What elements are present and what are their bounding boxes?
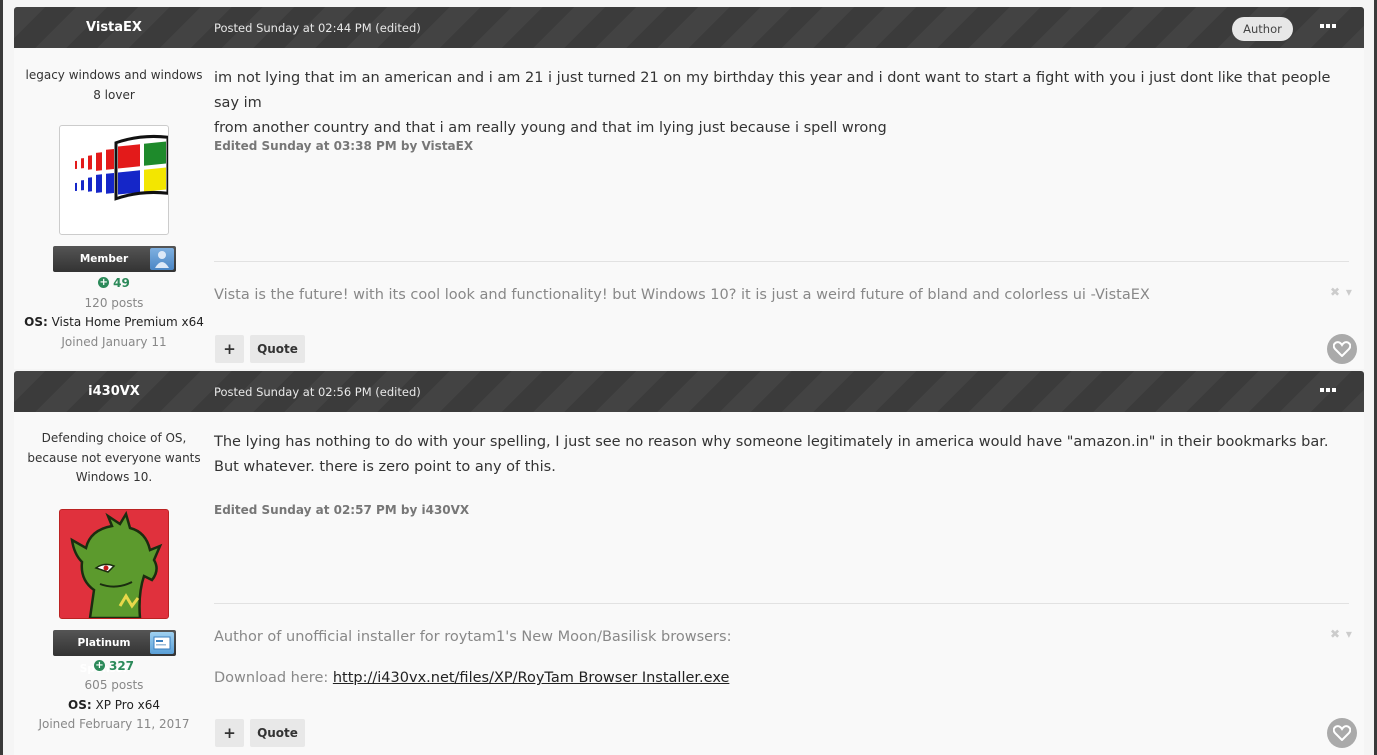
windows-logo-icon: [75, 134, 168, 201]
post-author-username[interactable]: VistaEX: [14, 20, 214, 35]
member-icon: [150, 248, 174, 270]
post-body-line: But whatever. there is zero point to any…: [214, 459, 556, 475]
user-title: legacy windows and windows 8 lover: [25, 68, 203, 102]
post-header: VistaEX Posted Sunday at 02:44 PM (edite…: [14, 7, 1364, 48]
quote-button[interactable]: Quote: [250, 719, 305, 747]
joined-date: Joined January 11: [61, 335, 167, 349]
signature-line: Author of unofficial installer for royta…: [214, 629, 732, 645]
signature-line: Download here: http://i430vx.net/files/X…: [214, 670, 729, 686]
group-badge: Member: [53, 246, 176, 272]
quote-button[interactable]: Quote: [250, 335, 305, 363]
more-options-icon[interactable]: [1320, 383, 1336, 397]
joined-date: Joined February 11, 2017: [38, 717, 190, 731]
author-info: Defending choice of OS, because not ever…: [14, 429, 214, 488]
edited-note: Edited Sunday at 02:57 PM by i430VX: [214, 503, 470, 517]
author-info: legacy windows and windows 8 lover: [14, 66, 214, 105]
heart-icon[interactable]: [1327, 718, 1357, 748]
signature-divider: [214, 603, 1349, 604]
post-header: i430VX Posted Sunday at 02:56 PM (edited…: [14, 371, 1364, 412]
post-date[interactable]: Posted Sunday at 02:44 PM (edited): [214, 21, 421, 35]
post-body: im not lying that im an american and i a…: [214, 66, 1349, 141]
group-label: Member: [79, 253, 129, 265]
forum-page: VistaEX Posted Sunday at 02:44 PM (edite…: [3, 0, 1374, 755]
os-value: XP Pro x64: [95, 698, 160, 712]
post-body: The lying has nothing to do with your sp…: [214, 430, 1349, 480]
signature-controls[interactable]: ✖ ▾: [1330, 285, 1353, 299]
reputation[interactable]: +327: [14, 659, 214, 673]
multiquote-button[interactable]: +: [215, 335, 244, 363]
post-date[interactable]: Posted Sunday at 02:56 PM (edited): [214, 385, 421, 399]
avatar[interactable]: [59, 125, 169, 235]
post-body-line: im not lying that im an american and i a…: [214, 70, 1331, 111]
post-content: The lying has nothing to do with your sp…: [214, 430, 1349, 480]
reputation-value: 327: [108, 659, 135, 673]
sponsor-card-icon: [150, 632, 174, 654]
signature-divider: [214, 261, 1349, 262]
reputation-plus-icon: +: [93, 660, 105, 671]
heart-icon[interactable]: [1327, 334, 1357, 364]
os-info: OS: XP Pro x64: [14, 698, 214, 712]
signature-controls[interactable]: ✖ ▾: [1330, 627, 1353, 641]
author-badge: Author: [1232, 17, 1293, 41]
post-i430vx: i430VX Posted Sunday at 02:56 PM (edited…: [14, 371, 1364, 755]
edited-note: Edited Sunday at 03:38 PM by VistaEX: [214, 139, 474, 153]
download-link[interactable]: http://i430vx.net/files/XP/RoyTam Browse…: [333, 670, 730, 686]
post-body-line: from another country and that i am reall…: [214, 120, 887, 136]
group-badge: Platinum Sponsor: [53, 630, 176, 675]
os-label: OS:: [24, 315, 48, 329]
avatar[interactable]: [59, 509, 169, 619]
os-value: Vista Home Premium x64: [51, 315, 204, 329]
signature: Vista is the future! with its cool look …: [214, 287, 1150, 303]
reputation-value: 49: [113, 276, 130, 290]
post-content: im not lying that im an american and i a…: [214, 66, 1349, 141]
multiquote-button[interactable]: +: [215, 719, 244, 747]
green-dragon-avatar-icon: [60, 510, 168, 618]
reputation[interactable]: +49: [14, 276, 214, 290]
os-info: OS: Vista Home Premium x64: [14, 315, 214, 329]
user-title: Defending choice of OS, because not ever…: [27, 431, 201, 484]
post-body-line: The lying has nothing to do with your sp…: [214, 434, 1329, 450]
post-vistaex: VistaEX Posted Sunday at 02:44 PM (edite…: [14, 7, 1364, 369]
signature-prefix: Download here:: [214, 670, 333, 686]
group-label: Platinum Sponsor: [77, 637, 131, 675]
os-label: OS:: [68, 698, 92, 712]
reputation-plus-icon: +: [98, 277, 110, 288]
post-count: 120 posts: [84, 296, 144, 310]
post-count: 605 posts: [84, 678, 144, 692]
post-author-username[interactable]: i430VX: [14, 384, 214, 399]
more-options-icon[interactable]: [1320, 19, 1336, 33]
